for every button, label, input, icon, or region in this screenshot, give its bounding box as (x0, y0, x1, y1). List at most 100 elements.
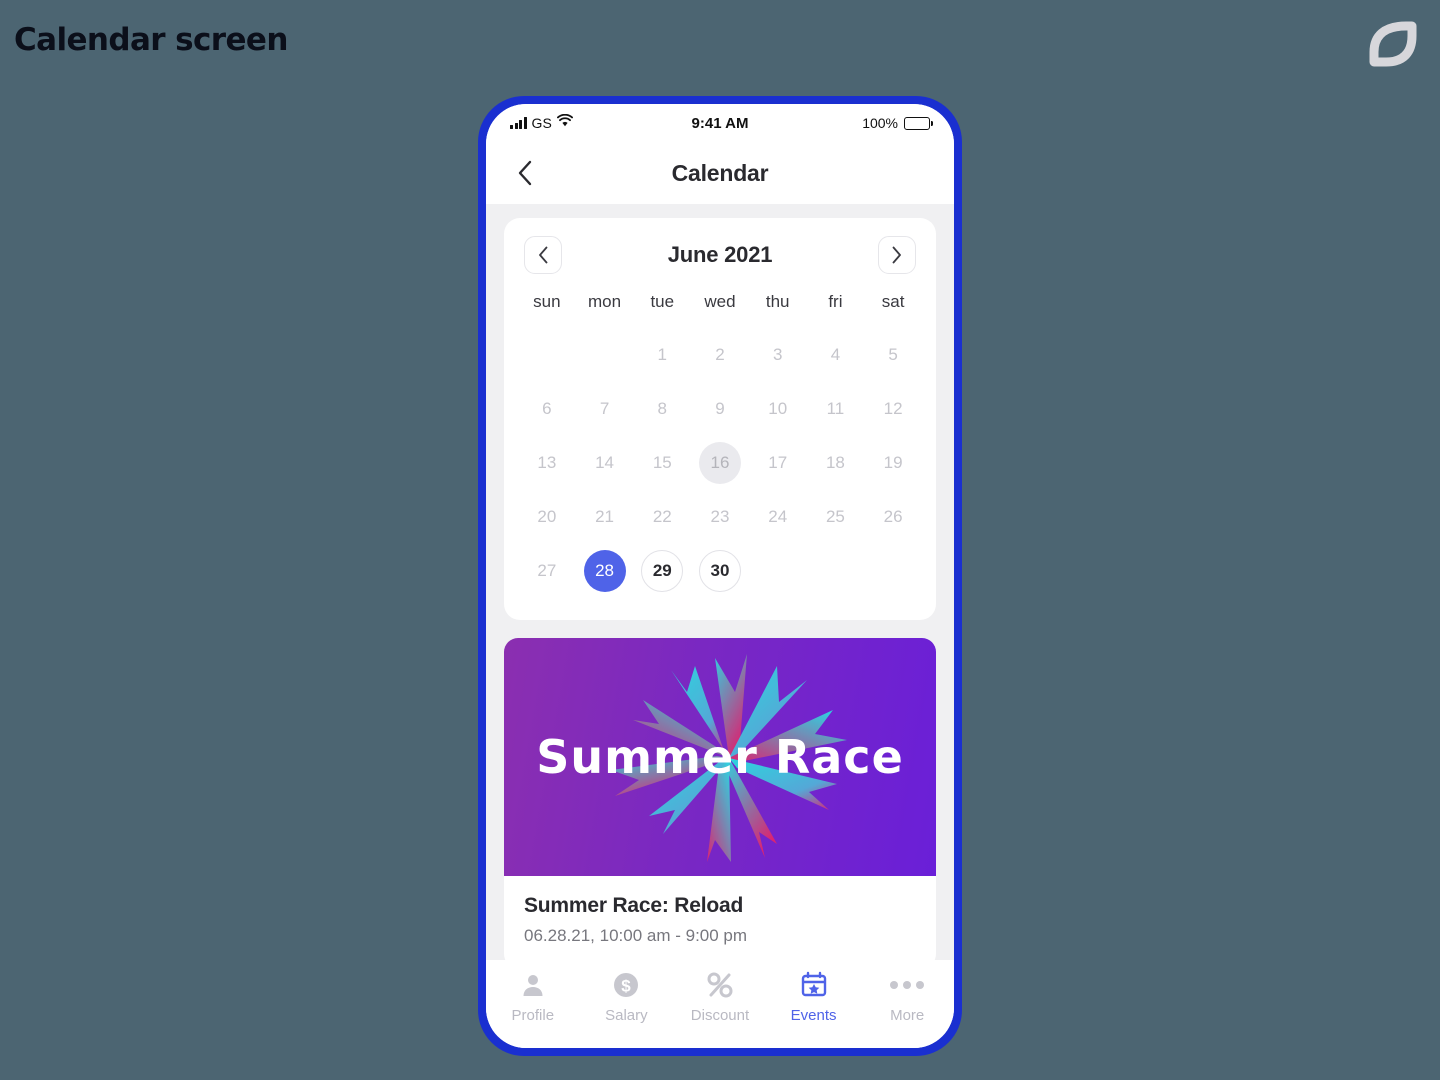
dollar-circle-icon: $ (612, 970, 640, 1000)
calendar-day[interactable]: 27 (526, 550, 568, 592)
calendar-cell (518, 330, 576, 380)
calendar-cell: 13 (518, 438, 576, 488)
calendar-day[interactable]: 7 (584, 388, 626, 430)
calendar-day[interactable]: 5 (872, 334, 914, 376)
calendar-day[interactable]: 22 (641, 496, 683, 538)
calendar-cell: 9 (691, 384, 749, 434)
calendar-weekday: tue (650, 292, 675, 311)
calendar-weekday: fri (828, 292, 843, 311)
calendar-day-empty (872, 550, 914, 592)
calendar-day[interactable]: 20 (526, 496, 568, 538)
leaf-logo-icon (1366, 18, 1418, 70)
calendar-month-label: June 2021 (667, 242, 773, 267)
calendar-weekday: sat (881, 292, 905, 311)
calendar-cell: 4 (807, 330, 865, 380)
calendar-weekday: sun (533, 292, 561, 311)
calendar-day[interactable]: 8 (641, 388, 683, 430)
nav-title: Calendar (671, 159, 769, 186)
calendar-cell: 21 (576, 492, 634, 542)
calendar-cell (807, 546, 865, 596)
calendar-cell: 26 (864, 492, 922, 542)
calendar-cell: 6 (518, 384, 576, 434)
event-card[interactable]: Summer Race Summer Race: Reload 06.28.21… (504, 638, 936, 960)
calendar-cell: 25 (807, 492, 865, 542)
calendar-cell: 10 (749, 384, 807, 434)
calendar-cell (749, 546, 807, 596)
calendar-cell: 2 (691, 330, 749, 380)
tab-label: Profile (511, 1007, 555, 1024)
calendar-day[interactable]: 28 (583, 550, 626, 592)
calendar-day[interactable]: 23 (699, 496, 741, 538)
calendar-star-icon (800, 970, 828, 1000)
calendar-day[interactable]: 12 (872, 388, 914, 430)
tab-label: More (890, 1007, 925, 1024)
tab-salary[interactable]: $ Salary (580, 970, 674, 1024)
calendar-day[interactable]: 21 (584, 496, 626, 538)
calendar-day[interactable]: 15 (641, 442, 683, 484)
calendar-cell: 30 (691, 546, 749, 596)
status-bar: GS 9:41 AM 100% (486, 104, 954, 142)
calendar-cell: 15 (633, 438, 691, 488)
calendar-day[interactable]: 6 (526, 388, 568, 430)
calendar-day[interactable]: 19 (872, 442, 914, 484)
calendar-day[interactable]: 14 (584, 442, 626, 484)
calendar-day[interactable]: 18 (814, 442, 856, 484)
calendar-day[interactable]: 10 (757, 388, 799, 430)
calendar-cell: 17 (749, 438, 807, 488)
calendar-cell: 24 (749, 492, 807, 542)
tab-label: Salary (605, 1007, 648, 1024)
calendar-cell: 22 (633, 492, 691, 542)
calendar-cell: 29 (633, 546, 691, 596)
calendar-cell: 8 (633, 384, 691, 434)
svg-text:$: $ (622, 977, 632, 996)
calendar-cell: 12 (864, 384, 922, 434)
calendar-day[interactable]: 11 (814, 388, 856, 430)
calendar-weekday-header: sun mon tue wed thu fri sat (518, 292, 922, 330)
calendar-day[interactable]: 2 (699, 334, 741, 376)
tab-discount[interactable]: Discount (673, 970, 767, 1024)
calendar-day[interactable]: 4 (814, 334, 856, 376)
event-banner-text: Summer Race (536, 730, 904, 784)
calendar-cell: 3 (749, 330, 807, 380)
tab-more[interactable]: More (860, 970, 954, 1024)
calendar-next-month-button[interactable] (877, 236, 916, 274)
tab-events[interactable]: Events (767, 970, 861, 1024)
calendar-cell: 19 (864, 438, 922, 488)
calendar-cell: 14 (576, 438, 634, 488)
calendar-day[interactable]: 16 (698, 442, 741, 484)
calendar-cell: 27 (518, 546, 576, 596)
calendar-day[interactable]: 1 (641, 334, 683, 376)
calendar-cell (864, 546, 922, 596)
calendar-day[interactable]: 29 (641, 550, 684, 592)
calendar-cell (576, 330, 634, 380)
calendar-day[interactable]: 9 (699, 388, 741, 430)
tab-profile[interactable]: Profile (486, 970, 580, 1024)
bottom-tab-bar: Profile $ Salary Discount Events More (486, 960, 954, 1048)
calendar-day[interactable]: 24 (757, 496, 799, 538)
page-title: Calendar screen (14, 22, 288, 58)
calendar-day[interactable]: 26 (872, 496, 914, 538)
calendar-day[interactable]: 17 (757, 442, 799, 484)
calendar-day-empty (757, 550, 799, 592)
calendar-grid: 1 2 3 4 5 6 7 8 9 10 11 12 13 14 15 16 17 18 19 20 21 22 23 24 2… (518, 330, 922, 596)
calendar-week-row: 27 28 29 30 (518, 546, 922, 596)
back-button[interactable] (510, 158, 540, 188)
percent-icon (706, 970, 734, 1000)
calendar-day[interactable]: 3 (757, 334, 799, 376)
calendar-cell: 1 (633, 330, 691, 380)
calendar-weekday: wed (704, 292, 736, 311)
calendar-day-empty (584, 334, 626, 376)
calendar-week-row: 6 7 8 9 10 11 12 (518, 384, 922, 434)
tab-label: Discount (690, 1007, 750, 1024)
calendar-day[interactable]: 13 (526, 442, 568, 484)
phone-screen: GS 9:41 AM 100% Calendar June 2021 sun m… (486, 104, 954, 1048)
calendar-day[interactable]: 30 (698, 550, 741, 592)
calendar-weekday: mon (588, 292, 622, 311)
app-nav-bar: Calendar (486, 142, 954, 204)
calendar-cell: 28 (576, 546, 634, 596)
calendar-day[interactable]: 25 (814, 496, 856, 538)
calendar-prev-month-button[interactable] (524, 236, 562, 274)
chevron-left-icon (538, 246, 547, 264)
calendar-cell: 5 (864, 330, 922, 380)
calendar-cell: 20 (518, 492, 576, 542)
